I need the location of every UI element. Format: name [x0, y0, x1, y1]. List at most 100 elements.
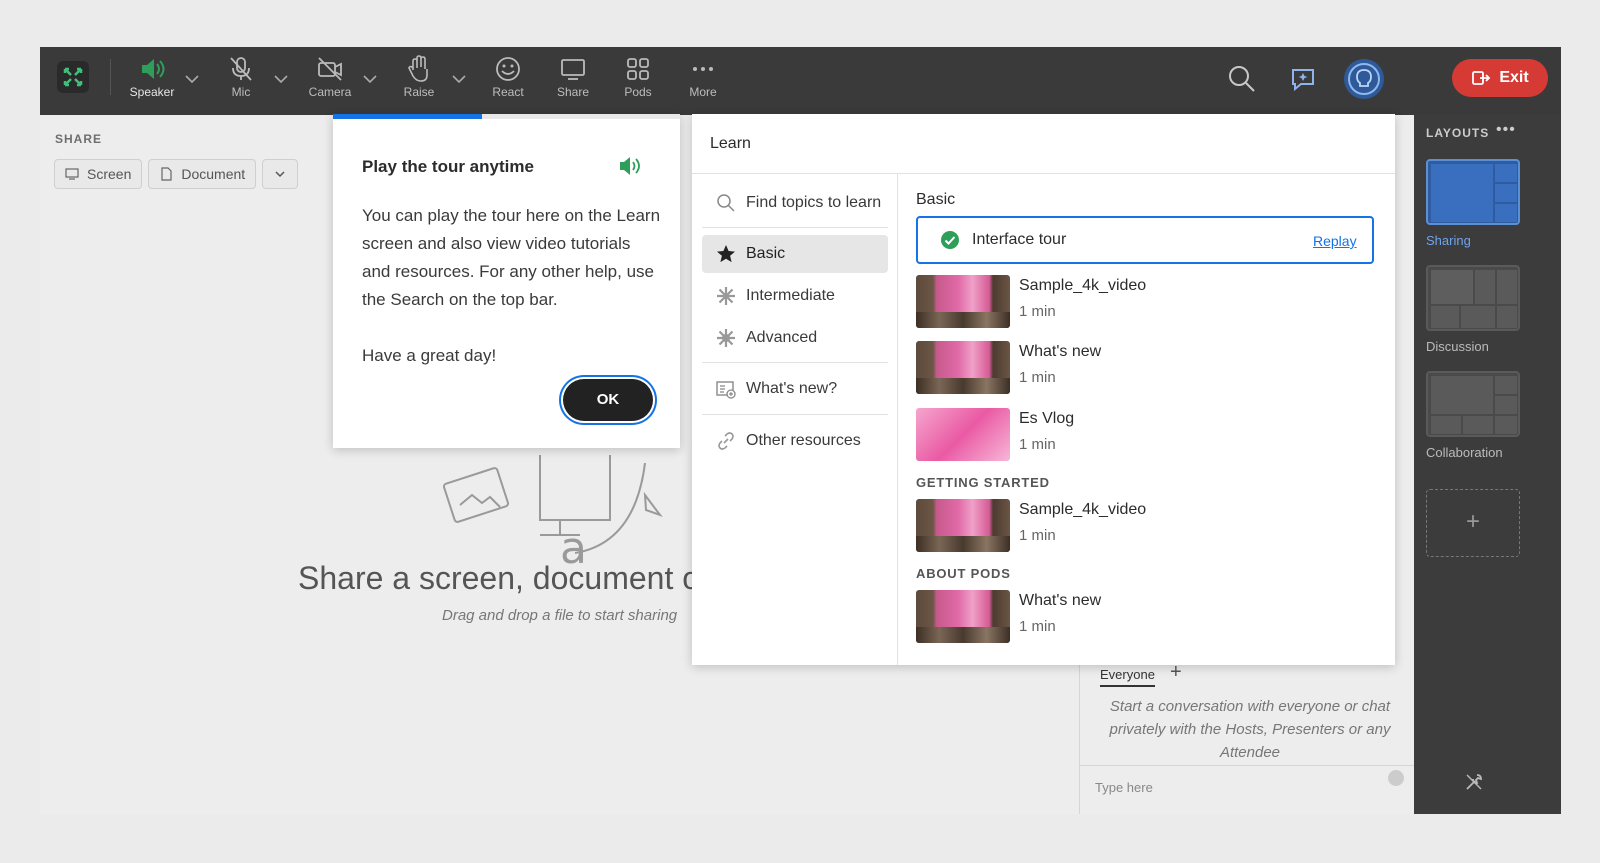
fullscreen-logo-button[interactable] — [57, 61, 89, 93]
video-title: What's new — [1019, 343, 1102, 360]
layouts-more-icon[interactable]: ••• — [1496, 121, 1516, 139]
camera-label: Camera — [308, 85, 352, 99]
learn-search-placeholder: Find topics to learn — [746, 194, 882, 211]
nav-item-whats-new[interactable]: What's new? — [702, 370, 888, 408]
speaker-chevron-down-icon[interactable] — [182, 69, 202, 89]
top-toolbar: Speaker Mic Camera Raise React Share Pod… — [40, 47, 1561, 115]
more-label: More — [689, 85, 717, 99]
video-item[interactable]: What's new 1 min — [916, 590, 1376, 644]
grid-icon — [627, 58, 649, 80]
more-icon — [693, 67, 713, 71]
layout-sharing[interactable] — [1426, 159, 1520, 225]
share-document-label: Document — [181, 166, 246, 182]
star-burst-icon — [717, 329, 735, 347]
news-icon — [716, 381, 736, 399]
chat-tab-everyone[interactable]: Everyone — [1100, 667, 1155, 687]
tour-body-text: You can play the tour here on the Learn … — [362, 206, 661, 309]
nav-item-advanced-label: Advanced — [746, 329, 818, 346]
search-icon[interactable] — [1224, 61, 1260, 97]
share-title: SHARE — [55, 132, 103, 146]
layout-sharing-label: Sharing — [1426, 233, 1471, 248]
share-button[interactable]: Share — [543, 55, 603, 107]
chevron-down-icon — [275, 171, 285, 178]
pods-button[interactable]: Pods — [608, 55, 668, 107]
nav-item-whats-new-label: What's new? — [746, 380, 838, 397]
layout-discussion-label: Discussion — [1426, 339, 1489, 354]
nav-item-intermediate[interactable]: Intermediate — [702, 277, 888, 315]
layout-discussion-thumbnail — [1431, 270, 1517, 328]
nav-item-other-resources[interactable]: Other resources — [702, 422, 888, 460]
mic-button[interactable]: Mic — [211, 55, 271, 107]
video-item[interactable]: What's new 1 min — [916, 341, 1376, 395]
expand-icon — [63, 67, 83, 87]
video-thumbnail — [916, 408, 1010, 461]
chat-input[interactable]: Type here — [1080, 765, 1415, 805]
video-thumbnail — [916, 341, 1010, 394]
layout-discussion[interactable] — [1426, 265, 1520, 331]
camera-off-icon — [318, 57, 342, 81]
interface-tour-item[interactable]: Interface tour Replay — [916, 216, 1374, 264]
link-icon — [718, 432, 734, 450]
share-label: Share — [556, 85, 590, 99]
video-item[interactable]: Sample_4k_video 1 min — [916, 499, 1376, 553]
share-tabs: Screen Document — [54, 159, 299, 189]
tools-icon[interactable] — [1464, 772, 1484, 792]
tour-progress-bar — [333, 114, 680, 119]
share-dropdown-button[interactable] — [262, 159, 299, 189]
section-getting-started: GETTING STARTED — [916, 475, 1050, 490]
learn-button[interactable] — [1344, 59, 1384, 99]
add-layout-button[interactable]: + — [1426, 489, 1520, 557]
mic-off-icon — [230, 57, 252, 81]
share-subtext: Drag and drop a file to start sharing — [442, 607, 678, 624]
video-duration: 1 min — [1019, 618, 1056, 635]
speaker-icon[interactable] — [618, 154, 644, 178]
camera-button[interactable]: Camera — [300, 55, 360, 107]
more-button[interactable]: More — [673, 55, 733, 107]
chat-options-icon[interactable] — [1388, 770, 1404, 786]
share-screen-label: Screen — [87, 166, 132, 182]
video-duration: 1 min — [1019, 303, 1056, 320]
chat-sparkle-icon[interactable] — [1286, 61, 1322, 97]
learn-content: Basic Interface tour Replay Sample_4k_vi… — [916, 174, 1376, 665]
speaker-button[interactable]: Speaker — [122, 55, 182, 107]
star-filled-icon — [717, 245, 735, 263]
learn-search-input[interactable]: Find topics to learn — [702, 184, 888, 222]
video-item[interactable]: Es Vlog 1 min — [916, 408, 1376, 462]
layout-collaboration[interactable] — [1426, 371, 1520, 437]
share-document-button[interactable]: Document — [148, 159, 257, 189]
star-burst-icon — [717, 287, 735, 305]
check-circle-icon — [941, 231, 959, 249]
learn-header: Learn — [692, 114, 1395, 174]
monitor-icon — [65, 168, 79, 180]
search-icon — [717, 194, 735, 212]
section-about-pods: ABOUT PODS — [916, 566, 1011, 581]
exit-button[interactable]: Exit — [1452, 59, 1548, 97]
tour-body: You can play the tour here on the Learn … — [362, 202, 662, 370]
camera-chevron-down-icon[interactable] — [360, 69, 380, 89]
tour-body-closing: Have a great day! — [362, 346, 497, 365]
nav-divider — [702, 362, 888, 363]
react-button[interactable]: React — [478, 55, 538, 107]
learn-title: Learn — [710, 135, 751, 152]
chat-empty-message: Start a conversation with everyone or ch… — [1109, 698, 1391, 761]
share-screen-button[interactable]: Screen — [54, 159, 143, 189]
tour-dialog: Play the tour anytime You can play the t… — [333, 114, 680, 448]
toolbar-separator — [110, 59, 111, 95]
raise-chevron-down-icon[interactable] — [449, 69, 469, 89]
video-title: Es Vlog — [1019, 410, 1075, 427]
video-item[interactable]: Sample_4k_video 1 min — [916, 275, 1376, 329]
nav-item-basic[interactable]: Basic — [702, 235, 888, 273]
video-thumbnail — [916, 275, 1010, 328]
mic-chevron-down-icon[interactable] — [271, 69, 291, 89]
nav-item-intermediate-label: Intermediate — [746, 287, 835, 304]
learn-panel: Learn Find topics to learn Basic Interme… — [692, 114, 1395, 665]
nav-item-advanced[interactable]: Advanced — [702, 319, 888, 357]
raise-hand-button[interactable]: Raise — [389, 55, 449, 107]
replay-link[interactable]: Replay — [1313, 233, 1357, 249]
ok-button[interactable]: OK — [563, 379, 653, 421]
speaker-label: Speaker — [129, 85, 175, 99]
nav-item-basic-label: Basic — [746, 245, 786, 262]
smiley-icon — [496, 57, 520, 81]
lightbulb-icon — [1348, 63, 1380, 95]
monitor-icon — [561, 59, 585, 80]
